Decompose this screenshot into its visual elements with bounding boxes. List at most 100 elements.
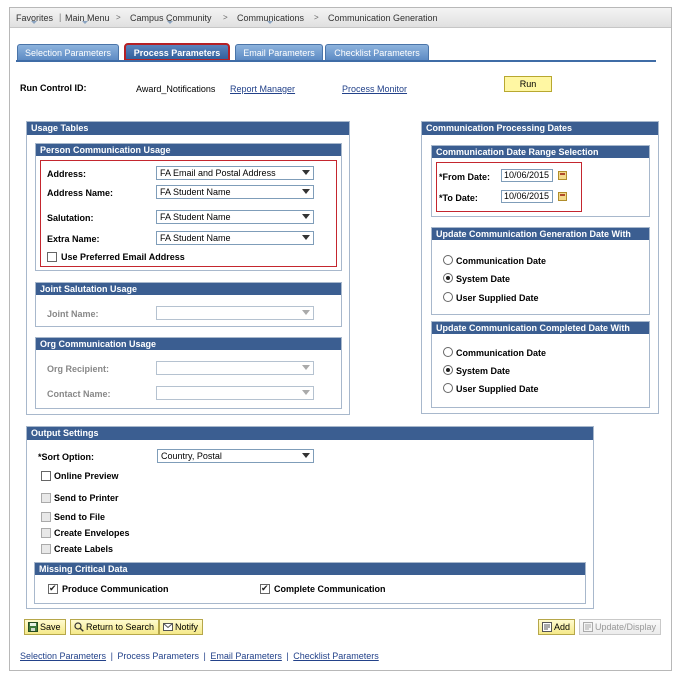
processing-dates-header: Communication Processing Dates (422, 122, 658, 135)
chevron-down-icon (302, 365, 310, 370)
generation-radio-system-date[interactable] (443, 273, 453, 283)
processing-dates-group: Communication Processing Dates Communica… (421, 121, 659, 414)
add-button-label: Add (554, 622, 571, 632)
footer-links: Selection Parameters | Process Parameter… (20, 651, 379, 661)
address-select[interactable]: FA Email and Postal Address (156, 166, 314, 180)
from-date-label: *From Date: (439, 172, 491, 182)
update-display-label: Update/Display (595, 622, 657, 632)
person-communication-usage-header: Person Communication Usage (36, 144, 341, 156)
chevron-down-icon (302, 235, 310, 240)
run-control-value: Award_Notifications (136, 84, 216, 94)
tab-email-parameters[interactable]: Email Parameters (235, 44, 323, 60)
address-name-select[interactable]: FA Student Name (156, 185, 314, 199)
salutation-select[interactable]: FA Student Name (156, 210, 314, 224)
return-to-search-button[interactable]: Return to Search (70, 619, 160, 635)
calendar-icon[interactable] (558, 171, 567, 180)
notify-icon (163, 623, 173, 631)
missing-critical-data-section: Missing Critical Data Produce Communicat… (34, 562, 586, 604)
completed-option-label: Communication Date (456, 348, 547, 358)
address-label: Address: (47, 169, 87, 179)
page-frame: Favorites | Main Menu > Campus Community… (9, 7, 672, 671)
chevron-down-icon (302, 214, 310, 219)
chevron-down-icon (302, 453, 310, 458)
menu-separator-icon: | (59, 12, 62, 22)
send-to-file-checkbox[interactable] (41, 512, 51, 522)
generation-radio-communication-date[interactable] (443, 255, 453, 265)
date-range-section: Communication Date Range Selection *From… (431, 145, 650, 217)
org-communication-usage-header: Org Communication Usage (36, 338, 341, 350)
generation-option-label: Communication Date (456, 256, 547, 266)
calendar-icon[interactable] (558, 192, 567, 201)
to-date-label: *To Date: (439, 193, 478, 203)
breadcrumb-communication-generation[interactable]: Communication Generation (328, 13, 438, 23)
produce-communication-label: Produce Communication (62, 584, 169, 594)
joint-name-select[interactable] (156, 306, 314, 320)
chevron-down-icon (302, 390, 310, 395)
online-preview-label: Online Preview (54, 471, 119, 481)
create-labels-checkbox[interactable] (41, 544, 51, 554)
notify-button-label: Notify (175, 622, 199, 632)
completed-radio-user-supplied-date[interactable] (443, 383, 453, 393)
address-select-value: FA Email and Postal Address (160, 168, 276, 178)
contact-name-label: Contact Name: (47, 389, 111, 399)
extra-name-label: Extra Name: (47, 234, 100, 244)
address-name-select-value: FA Student Name (160, 187, 231, 197)
produce-communication-checkbox[interactable] (48, 583, 58, 594)
completed-radio-communication-date[interactable] (443, 347, 453, 357)
org-recipient-label: Org Recipient: (47, 364, 110, 374)
add-icon (542, 622, 552, 632)
send-to-printer-checkbox[interactable] (41, 493, 51, 503)
sort-option-select-value: Country, Postal (161, 451, 222, 461)
preferred-email-checkbox[interactable] (47, 252, 57, 262)
joint-salutation-usage-header: Joint Salutation Usage (36, 283, 341, 295)
footer-separator: | (110, 651, 113, 661)
save-button[interactable]: Save (24, 619, 66, 635)
footer-link-checklist-parameters[interactable]: Checklist Parameters (293, 651, 379, 661)
completed-radio-system-date[interactable] (443, 365, 453, 375)
footer-link-email-parameters[interactable]: Email Parameters (210, 651, 282, 661)
usage-tables-header: Usage Tables (27, 122, 349, 135)
send-to-file-label: Send to File (54, 512, 106, 522)
extra-name-select-value: FA Student Name (160, 233, 231, 243)
tab-process-parameters[interactable]: Process Parameters (124, 43, 230, 61)
extra-name-select[interactable]: FA Student Name (156, 231, 314, 245)
chevron-down-icon (302, 310, 310, 315)
search-icon (74, 622, 84, 632)
update-display-button[interactable]: Update/Display (579, 619, 662, 635)
campus-community-dropdown-icon (167, 21, 173, 24)
save-icon (28, 622, 38, 632)
to-date-input[interactable]: 10/06/2015 (501, 190, 553, 203)
contact-name-select[interactable] (156, 386, 314, 400)
run-button[interactable]: Run (504, 76, 552, 92)
address-name-label: Address Name: (47, 188, 114, 198)
date-range-header: Communication Date Range Selection (432, 146, 649, 158)
org-communication-usage-section: Org Communication Usage Org Recipient: C… (35, 337, 342, 409)
chevron-down-icon (302, 170, 310, 175)
footer-link-selection-parameters[interactable]: Selection Parameters (20, 651, 106, 661)
add-button[interactable]: Add (538, 619, 576, 635)
main-menu-dropdown-icon (82, 21, 88, 24)
send-to-printer-label: Send to Printer (54, 493, 119, 503)
tab-checklist-parameters[interactable]: Checklist Parameters (325, 44, 429, 60)
missing-critical-data-header: Missing Critical Data (35, 563, 585, 575)
complete-communication-checkbox[interactable] (260, 583, 270, 594)
tab-selection-parameters[interactable]: Selection Parameters (17, 44, 119, 60)
favorites-dropdown-icon (31, 21, 37, 24)
notify-button[interactable]: Notify (159, 619, 204, 635)
org-recipient-select[interactable] (156, 361, 314, 375)
update-display-icon (583, 622, 593, 632)
chevron-down-icon (302, 189, 310, 194)
generation-radio-user-supplied-date[interactable] (443, 292, 453, 302)
output-settings-group: Output Settings *Sort Option: Country, P… (26, 426, 594, 609)
report-manager-link[interactable]: Report Manager (230, 84, 295, 94)
online-preview-checkbox[interactable] (41, 471, 51, 481)
output-settings-header: Output Settings (27, 427, 593, 440)
footer-link-process-parameters[interactable]: Process Parameters (117, 651, 199, 661)
completed-option-label: System Date (456, 366, 511, 376)
process-monitor-link[interactable]: Process Monitor (342, 84, 407, 94)
create-envelopes-checkbox[interactable] (41, 528, 51, 538)
joint-name-label: Joint Name: (47, 309, 99, 319)
from-date-input[interactable]: 10/06/2015 (501, 169, 553, 182)
sort-option-select[interactable]: Country, Postal (157, 449, 314, 463)
breadcrumb-chevron-icon: > (314, 13, 319, 22)
